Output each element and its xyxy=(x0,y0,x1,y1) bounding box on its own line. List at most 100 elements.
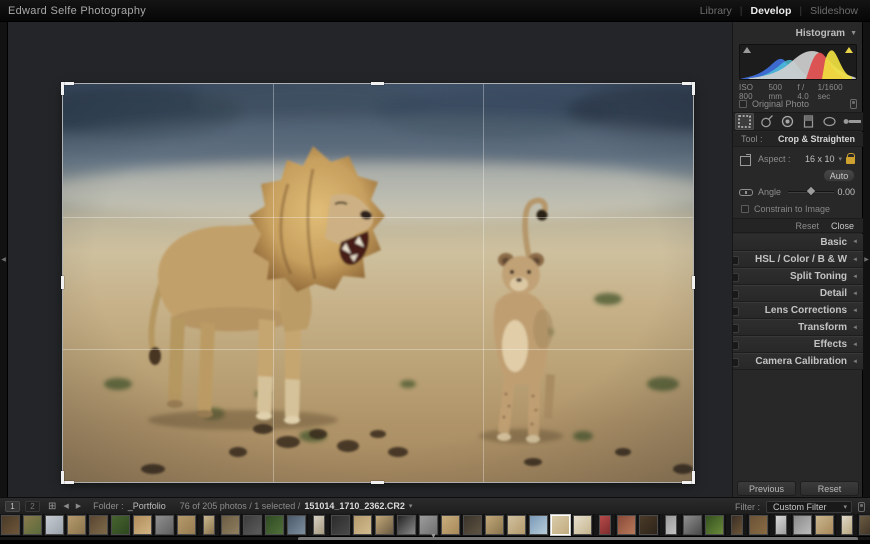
panel-camera-calibration[interactable]: Camera Calibration ◄ xyxy=(733,353,863,370)
panel-toggle-switch[interactable] xyxy=(733,324,739,333)
panel-toggle-switch[interactable] xyxy=(733,256,739,265)
filmstrip-thumbnail-10[interactable] xyxy=(198,514,219,536)
panel-lens-corrections[interactable]: Lens Corrections ◄ xyxy=(733,302,863,319)
filmstrip-thumbnail-26[interactable] xyxy=(550,514,571,536)
filmstrip-thumbnail-27[interactable] xyxy=(572,514,593,536)
filmstrip-thumbnail-3[interactable] xyxy=(44,514,65,536)
histogram-header[interactable]: Histogram ▼ xyxy=(733,26,863,40)
filmstrip-thumbnail-37[interactable] xyxy=(792,514,813,536)
main-window-button[interactable]: 1 xyxy=(5,500,20,512)
panel-transform[interactable]: Transform ◄ xyxy=(733,319,863,336)
panel-collapse-icon[interactable]: ◄ xyxy=(852,291,858,297)
panel-collapse-icon[interactable]: ◄ xyxy=(852,342,858,348)
filmstrip-thumbnail-6[interactable] xyxy=(110,514,131,536)
module-library[interactable]: Library xyxy=(698,5,734,17)
filmstrip-thumbnail-34[interactable] xyxy=(726,514,747,536)
adjustment-brush-tool-icon[interactable] xyxy=(842,113,861,130)
filmstrip-thumbnail-5[interactable] xyxy=(88,514,109,536)
filmstrip-thumbnail-29[interactable] xyxy=(616,514,637,536)
filmstrip-thumbnail-14[interactable] xyxy=(286,514,307,536)
crop-handle-bottom-left-v[interactable] xyxy=(61,471,64,484)
crop-handle-top-right-v[interactable] xyxy=(692,82,695,95)
panel-toggle-switch[interactable] xyxy=(733,290,739,299)
panel-collapse-icon[interactable]: ◄ xyxy=(852,239,858,245)
filmstrip-thumbnail-11[interactable] xyxy=(220,514,241,536)
panel-effects[interactable]: Effects ◄ xyxy=(733,336,863,353)
filmstrip-thumbnail-15[interactable] xyxy=(308,514,329,536)
crop-tool-icon[interactable] xyxy=(735,113,755,130)
previous-button[interactable]: Previous xyxy=(737,481,796,496)
filmstrip-thumbnail-2[interactable] xyxy=(22,514,43,536)
filter-toggle-icon[interactable] xyxy=(858,501,865,512)
filmstrip-thumbnail-38[interactable] xyxy=(814,514,835,536)
filmstrip-thumbnail-13[interactable] xyxy=(264,514,285,536)
filmstrip-thumbnail-17[interactable] xyxy=(352,514,373,536)
filmstrip-thumbnail-7[interactable] xyxy=(132,514,153,536)
radial-filter-tool-icon[interactable] xyxy=(820,113,839,130)
crop-handle-right-mid[interactable] xyxy=(692,276,695,289)
filmstrip-thumbnail-39[interactable] xyxy=(836,514,857,536)
current-filename[interactable]: 151014_1710_2362.CR2 xyxy=(304,501,405,511)
filter-dropdown[interactable]: Custom Filter ▾ xyxy=(766,500,852,513)
filmstrip-thumbnail-21[interactable] xyxy=(440,514,461,536)
grid-view-icon[interactable]: ⊞ xyxy=(48,501,56,512)
panel-collapse-icon[interactable]: ◄ xyxy=(852,325,858,331)
constrain-checkbox[interactable] xyxy=(741,205,749,213)
panel-hsl-color-bw[interactable]: HSL / Color / B & W ◄ xyxy=(733,251,863,268)
panel-toggle-switch[interactable] xyxy=(733,273,739,282)
module-develop[interactable]: Develop xyxy=(749,5,794,17)
folder-name[interactable]: _Portfolio xyxy=(128,501,166,511)
graduated-filter-tool-icon[interactable] xyxy=(799,113,818,130)
panel-collapse-icon[interactable]: ◄ xyxy=(852,257,858,263)
panel-detail[interactable]: Detail ◄ xyxy=(733,285,863,302)
filmstrip-thumbnail-16[interactable] xyxy=(330,514,351,536)
filmstrip-thumbnail-23[interactable] xyxy=(484,514,505,536)
filmstrip-thumbnail-40[interactable] xyxy=(858,514,870,536)
filmstrip-thumbnail-33[interactable] xyxy=(704,514,725,536)
photo-crop-area[interactable] xyxy=(61,82,695,484)
right-panel-collapse[interactable]: ▶ xyxy=(862,22,870,497)
bottom-panel-collapse[interactable] xyxy=(0,540,870,544)
filmstrip-thumbnail-35[interactable] xyxy=(748,514,769,536)
filmstrip-thumbnail-22[interactable] xyxy=(462,514,483,536)
filmstrip-thumbnail-36[interactable] xyxy=(770,514,791,536)
filmstrip-thumbnail-32[interactable] xyxy=(682,514,703,536)
panel-collapse-icon[interactable]: ◄ xyxy=(852,359,858,365)
back-arrow-icon[interactable]: ◀ xyxy=(63,502,68,510)
filmstrip-thumbnail-18[interactable] xyxy=(374,514,395,536)
aspect-dropdown-icon[interactable]: ▾ xyxy=(838,155,842,163)
original-photo-checkbox[interactable] xyxy=(739,99,747,108)
crop-reset-button[interactable]: Reset xyxy=(795,221,819,231)
crop-overlay-icon[interactable] xyxy=(740,153,751,166)
left-panel-collapse[interactable]: ◀ xyxy=(0,22,8,497)
forward-arrow-icon[interactable]: ▶ xyxy=(76,502,81,510)
panel-toggle-switch[interactable] xyxy=(733,358,739,367)
filmstrip-thumbnail-25[interactable] xyxy=(528,514,549,536)
filmstrip-thumbnail-28[interactable] xyxy=(594,514,615,536)
shadow-clipping-indicator[interactable] xyxy=(743,47,751,53)
straighten-tool-icon[interactable] xyxy=(739,188,753,196)
filename-dropdown-icon[interactable]: ▾ xyxy=(409,502,413,510)
angle-slider[interactable] xyxy=(788,186,835,196)
histogram-collapse-icon[interactable]: ▼ xyxy=(850,30,857,37)
filmstrip-thumbnail-4[interactable] xyxy=(66,514,87,536)
filmstrip-thumbnail-30[interactable] xyxy=(638,514,659,536)
reset-button[interactable]: Reset xyxy=(800,481,859,496)
panel-basic[interactable]: Basic ◄ xyxy=(733,234,863,251)
red-eye-tool-icon[interactable] xyxy=(778,113,797,130)
filmstrip-thumbnail-31[interactable] xyxy=(660,514,681,536)
crop-handle-top-mid[interactable] xyxy=(371,82,384,85)
module-slideshow[interactable]: Slideshow xyxy=(808,5,860,17)
panel-switch-icon[interactable] xyxy=(850,98,857,109)
filmstrip-thumbnail-9[interactable] xyxy=(176,514,197,536)
filmstrip-thumbnail-8[interactable] xyxy=(154,514,175,536)
filmstrip-thumbnail-19[interactable] xyxy=(396,514,417,536)
panel-toggle-switch[interactable] xyxy=(733,307,739,316)
histogram[interactable] xyxy=(739,44,857,80)
filmstrip-thumbnail-12[interactable] xyxy=(242,514,263,536)
aspect-select[interactable]: 16 x 10 xyxy=(805,154,835,164)
crop-handle-top-left-v[interactable] xyxy=(61,82,64,95)
second-window-button[interactable]: 2 xyxy=(25,500,40,512)
crop-handle-left-mid[interactable] xyxy=(61,276,64,289)
filmstrip-thumbnail-1[interactable] xyxy=(0,514,21,536)
